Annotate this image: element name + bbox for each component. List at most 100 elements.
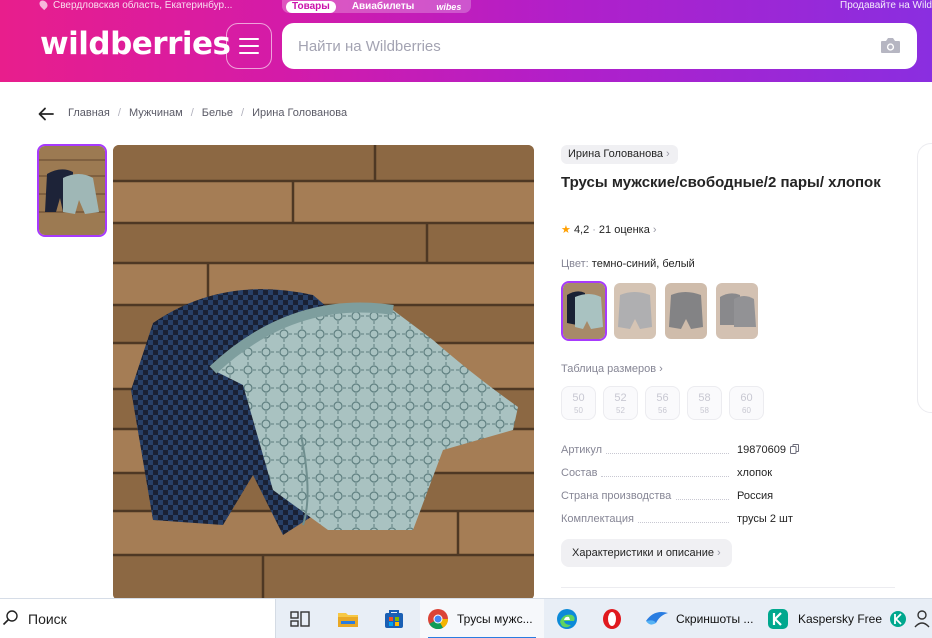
- product-photo-image: [113, 145, 534, 600]
- color-swatch[interactable]: [612, 281, 658, 341]
- spec-row: Страна производства Россия: [561, 490, 891, 513]
- spec-row: Артикул 19870609: [561, 444, 891, 467]
- size-option[interactable]: 52 52: [603, 386, 638, 420]
- size-ru: 60: [740, 392, 753, 404]
- spec-leader: [601, 453, 729, 454]
- taskbar-app-chrome[interactable]: Трусы мужс...: [420, 599, 544, 638]
- breadcrumb-separator: /: [241, 107, 245, 119]
- spec-value: Россия: [737, 490, 774, 502]
- size-eu: 58: [700, 406, 709, 415]
- price-card-edge: [917, 143, 932, 413]
- copy-icon[interactable]: [789, 444, 799, 454]
- size-eu: 52: [616, 406, 625, 415]
- back-arrow-icon[interactable]: [37, 105, 55, 123]
- color-swatch[interactable]: [663, 281, 709, 341]
- screenshots-icon: [646, 612, 668, 625]
- chevron-right-icon: ›: [652, 224, 657, 236]
- breadcrumb-item[interactable]: Мужчинам: [129, 107, 183, 119]
- seller-name: Ирина Голованова: [568, 148, 664, 160]
- search-input[interactable]: [298, 23, 858, 69]
- wildberries-logo[interactable]: wildberries: [40, 27, 231, 61]
- location-text: Свердловская область, Екатеринбур...: [53, 0, 233, 11]
- hamburger-icon-line: [239, 45, 259, 47]
- product-title: Трусы мужские/свободные/2 пары/ хлопок: [561, 174, 881, 191]
- search-icon: [2, 610, 18, 626]
- star-icon: ★: [561, 224, 571, 236]
- file-explorer-icon[interactable]: [336, 607, 360, 631]
- product-main-photo[interactable]: [113, 145, 534, 600]
- windows-taskbar: Поиск Трусы мужс... Скриншоты ... Kasper…: [0, 598, 932, 638]
- spec-value: хлопок: [737, 467, 773, 479]
- spec-key: Состав: [561, 467, 602, 479]
- color-label-key: Цвет:: [561, 258, 589, 270]
- characteristics-button[interactable]: Характеристики и описание ›: [561, 539, 732, 567]
- spec-value: трусы 2 шт: [737, 513, 793, 525]
- reviews-count: 21 оценка: [598, 224, 650, 236]
- product-specs: Артикул 19870609 Состав хлопок Страна пр…: [561, 444, 891, 536]
- swatch-image: [716, 283, 758, 339]
- article-value[interactable]: 19870609: [737, 444, 799, 456]
- size-table-link[interactable]: Таблица размеров ›: [561, 363, 663, 375]
- size-eu: 60: [742, 406, 751, 415]
- product-rating[interactable]: ★ 4,2 · 21 оценка ›: [561, 223, 657, 236]
- breadcrumb: Главная / Мужчинам / Белье / Ирина Головано…: [68, 107, 347, 119]
- size-option[interactable]: 58 58: [687, 386, 722, 420]
- service-tabs: Товары Авиабилеты wibes: [282, 0, 472, 13]
- spec-key: Артикул: [561, 444, 607, 456]
- kaspersky-tray-icon[interactable]: [888, 607, 908, 631]
- store-icon[interactable]: [382, 607, 406, 631]
- spec-key: Комплектация: [561, 513, 638, 525]
- hamburger-icon-line: [239, 52, 259, 54]
- kaspersky-icon: [768, 609, 788, 629]
- taskbar-app-kaspersky[interactable]: Kaspersky Free: [760, 599, 885, 638]
- spec-leader: [601, 476, 729, 477]
- spec-row: Состав хлопок: [561, 467, 891, 490]
- taskbar-app-label: Скриншоты ...: [676, 612, 754, 626]
- header-topbar: Свердловская область, Екатеринбур... Тов…: [0, 0, 932, 14]
- size-ru: 56: [656, 392, 669, 404]
- search-bar: [282, 23, 917, 69]
- tab-flights[interactable]: Авиабилеты: [346, 1, 421, 13]
- color-swatch[interactable]: [714, 281, 760, 341]
- task-view-icon[interactable]: [288, 607, 312, 631]
- location-pin-icon: [37, 0, 50, 11]
- tab-wibes[interactable]: wibes: [430, 1, 467, 13]
- user-tray-icon[interactable]: [912, 607, 932, 631]
- breadcrumb-item[interactable]: Белье: [202, 107, 233, 119]
- product-thumbnail-image: [39, 146, 105, 235]
- taskbar-app-label: Трусы мужс...: [457, 612, 533, 626]
- spec-row: Комплектация трусы 2 шт: [561, 513, 891, 536]
- breadcrumb-item[interactable]: Ирина Голованова: [252, 107, 347, 119]
- color-label-value: темно-синий, белый: [591, 258, 695, 270]
- seller-badge[interactable]: Ирина Голованова ›: [561, 145, 678, 164]
- size-options: 50 50 52 52 56 56 58 58 60 60: [561, 386, 764, 420]
- color-swatch[interactable]: [561, 281, 607, 341]
- opera-icon[interactable]: [600, 607, 624, 631]
- swatch-image: [614, 283, 656, 339]
- chevron-right-icon: ›: [659, 363, 663, 375]
- chevron-right-icon: ›: [717, 547, 721, 559]
- size-option[interactable]: 56 56: [645, 386, 680, 420]
- location-selector[interactable]: Свердловская область, Екатеринбур...: [37, 0, 233, 11]
- tab-goods[interactable]: Товары: [286, 0, 336, 13]
- breadcrumb-item[interactable]: Главная: [68, 107, 110, 119]
- size-eu: 50: [574, 406, 583, 415]
- catalog-menu-button[interactable]: [226, 23, 272, 69]
- taskbar-app-label: Kaspersky Free: [798, 612, 883, 626]
- characteristics-button-label: Характеристики и описание: [572, 547, 714, 559]
- chrome-icon: [428, 609, 449, 630]
- size-ru: 50: [572, 392, 585, 404]
- color-swatches: [561, 281, 760, 341]
- size-eu: 56: [658, 406, 667, 415]
- edge-icon[interactable]: [555, 607, 579, 631]
- size-table-label: Таблица размеров: [561, 363, 657, 375]
- camera-search-icon[interactable]: [880, 37, 901, 54]
- taskbar-search[interactable]: Поиск: [0, 599, 276, 638]
- sell-link[interactable]: Продавайте на Wild: [840, 0, 932, 11]
- taskbar-app-screenshots[interactable]: Скриншоты ...: [638, 599, 756, 638]
- size-option[interactable]: 50 50: [561, 386, 596, 420]
- size-option[interactable]: 60 60: [729, 386, 764, 420]
- spec-key: Страна производства: [561, 490, 676, 502]
- swatch-image: [665, 283, 707, 339]
- gallery-thumbnail[interactable]: [37, 144, 107, 237]
